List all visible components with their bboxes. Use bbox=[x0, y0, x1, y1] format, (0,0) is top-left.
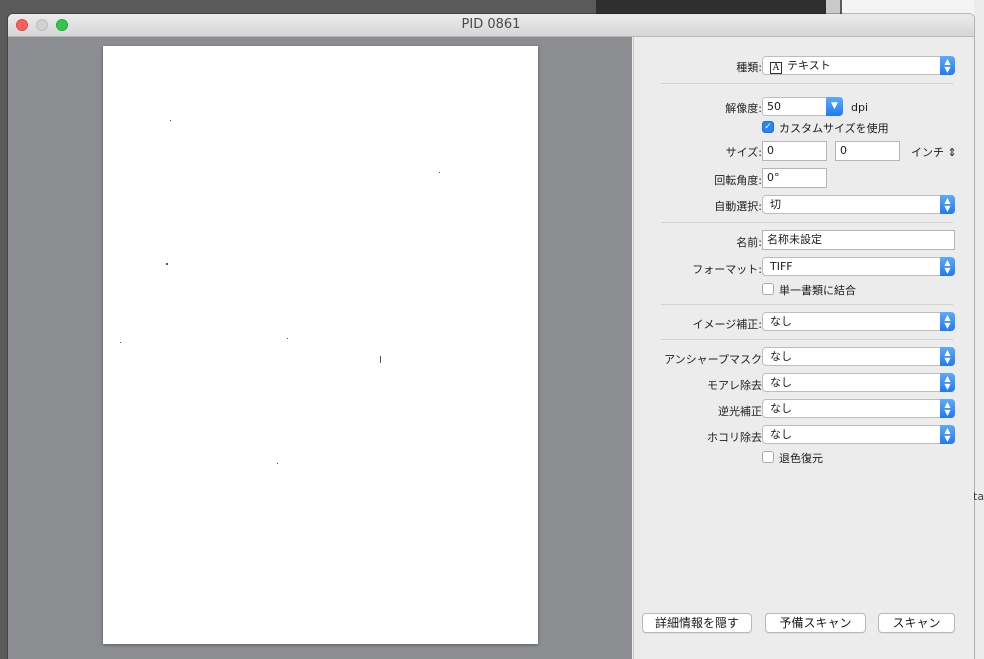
resolution-label: 解像度: bbox=[725, 102, 762, 115]
custom-size-checkbox[interactable]: ✓ bbox=[762, 121, 774, 133]
chevron-updown-icon: ▲ ▼ bbox=[940, 56, 955, 75]
chevron-updown-icon: ▲ ▼ bbox=[940, 312, 955, 331]
unsharp-mask-popup[interactable]: なし ▲ ▼ bbox=[762, 347, 955, 366]
background-strip bbox=[826, 0, 840, 14]
format-value: TIFF bbox=[770, 260, 793, 273]
custom-size-label: カスタムサイズを使用 bbox=[779, 122, 889, 135]
chevron-down-icon: ▼ bbox=[826, 97, 843, 116]
name-field[interactable]: 名称未設定 bbox=[762, 230, 955, 250]
name-label: 名前: bbox=[736, 236, 762, 249]
size-width-field[interactable]: 0 bbox=[762, 141, 827, 161]
separator bbox=[661, 222, 953, 223]
dust-speck bbox=[277, 463, 278, 464]
auto-select-label: 自動選択: bbox=[714, 200, 762, 213]
overview-scan-button[interactable]: 予備スキャン bbox=[765, 613, 866, 633]
chevron-updown-icon: ⇕ bbox=[947, 146, 957, 159]
dust-popup[interactable]: なし ▲ ▼ bbox=[762, 425, 955, 444]
auto-select-popup[interactable]: 切 ▲ ▼ bbox=[762, 195, 955, 214]
auto-select-value: 切 bbox=[770, 198, 781, 211]
separator bbox=[661, 304, 953, 305]
single-doc-checkbox[interactable] bbox=[762, 283, 774, 295]
kind-label: 種類: bbox=[736, 61, 762, 74]
backlight-value: なし bbox=[770, 402, 792, 415]
background-edge-text: ta bbox=[973, 490, 984, 503]
dust-value: なし bbox=[770, 428, 792, 441]
restore-color-checkbox[interactable] bbox=[762, 451, 774, 463]
single-doc-label: 単一書類に結合 bbox=[779, 284, 856, 297]
unsharp-mask-value: なし bbox=[770, 350, 792, 363]
resolution-combo[interactable]: 50 ▼ bbox=[762, 97, 843, 116]
moire-label: モアレ除去 bbox=[707, 379, 762, 392]
moire-popup[interactable]: なし ▲ ▼ bbox=[762, 373, 955, 392]
format-label: フォーマット: bbox=[692, 263, 762, 276]
image-correction-label: イメージ補正: bbox=[692, 318, 763, 331]
image-correction-value: なし bbox=[770, 315, 792, 328]
chevron-updown-icon: ▲ ▼ bbox=[940, 257, 955, 276]
size-unit-popup[interactable]: インチ ⇕ bbox=[911, 144, 957, 160]
kind-value: テキスト bbox=[787, 59, 831, 72]
chevron-updown-icon: ▲ ▼ bbox=[940, 195, 955, 214]
separator bbox=[661, 339, 953, 340]
hide-details-button[interactable]: 詳細情報を隠す bbox=[642, 613, 752, 633]
resolution-unit: dpi bbox=[851, 101, 869, 114]
scan-preview-area bbox=[8, 37, 632, 659]
format-popup[interactable]: TIFF ▲ ▼ bbox=[762, 257, 955, 276]
backlight-label: 逆光補正 bbox=[718, 405, 762, 418]
kind-popup[interactable]: A テキスト ▲ ▼ bbox=[762, 56, 955, 75]
dust-speck bbox=[380, 356, 381, 363]
chevron-updown-icon: ▲ ▼ bbox=[940, 347, 955, 366]
size-unit-value: インチ bbox=[911, 146, 944, 159]
unsharp-mask-label: アンシャープマスク bbox=[664, 353, 762, 366]
text-type-icon: A bbox=[770, 62, 782, 74]
scan-preview-page[interactable] bbox=[103, 46, 538, 644]
size-label: サイズ: bbox=[725, 146, 762, 159]
dust-speck bbox=[439, 172, 440, 173]
window-title: PID 0861 bbox=[461, 17, 521, 32]
resolution-value: 50 bbox=[767, 100, 781, 113]
dust-speck bbox=[120, 342, 121, 343]
size-height-field[interactable]: 0 bbox=[835, 141, 900, 161]
dust-speck bbox=[166, 263, 168, 265]
separator bbox=[661, 83, 953, 84]
scanner-window: PID 0861 種類: A テキスト ▲ ▼ 解像度: 50 ▼ dpi ✓ カス… bbox=[8, 14, 974, 659]
chevron-updown-icon: ▲ ▼ bbox=[940, 399, 955, 418]
background-edge bbox=[974, 0, 984, 659]
restore-color-label: 退色復元 bbox=[779, 452, 823, 465]
chevron-updown-icon: ▲ ▼ bbox=[940, 373, 955, 392]
title-bar: PID 0861 bbox=[8, 14, 974, 37]
dust-label: ホコリ除去 bbox=[707, 431, 762, 444]
rotation-field[interactable]: 0° bbox=[762, 168, 827, 188]
dust-speck bbox=[287, 338, 288, 339]
settings-panel: 種類: A テキスト ▲ ▼ 解像度: 50 ▼ dpi ✓ カスタムサイズを使用 … bbox=[633, 37, 974, 659]
scan-button[interactable]: スキャン bbox=[878, 613, 955, 633]
rotation-label: 回転角度: bbox=[714, 174, 762, 187]
chevron-updown-icon: ▲ ▼ bbox=[940, 425, 955, 444]
background-window bbox=[596, 0, 826, 14]
backlight-popup[interactable]: なし ▲ ▼ bbox=[762, 399, 955, 418]
image-correction-popup[interactable]: なし ▲ ▼ bbox=[762, 312, 955, 331]
moire-value: なし bbox=[770, 376, 792, 389]
dust-speck bbox=[170, 120, 171, 121]
